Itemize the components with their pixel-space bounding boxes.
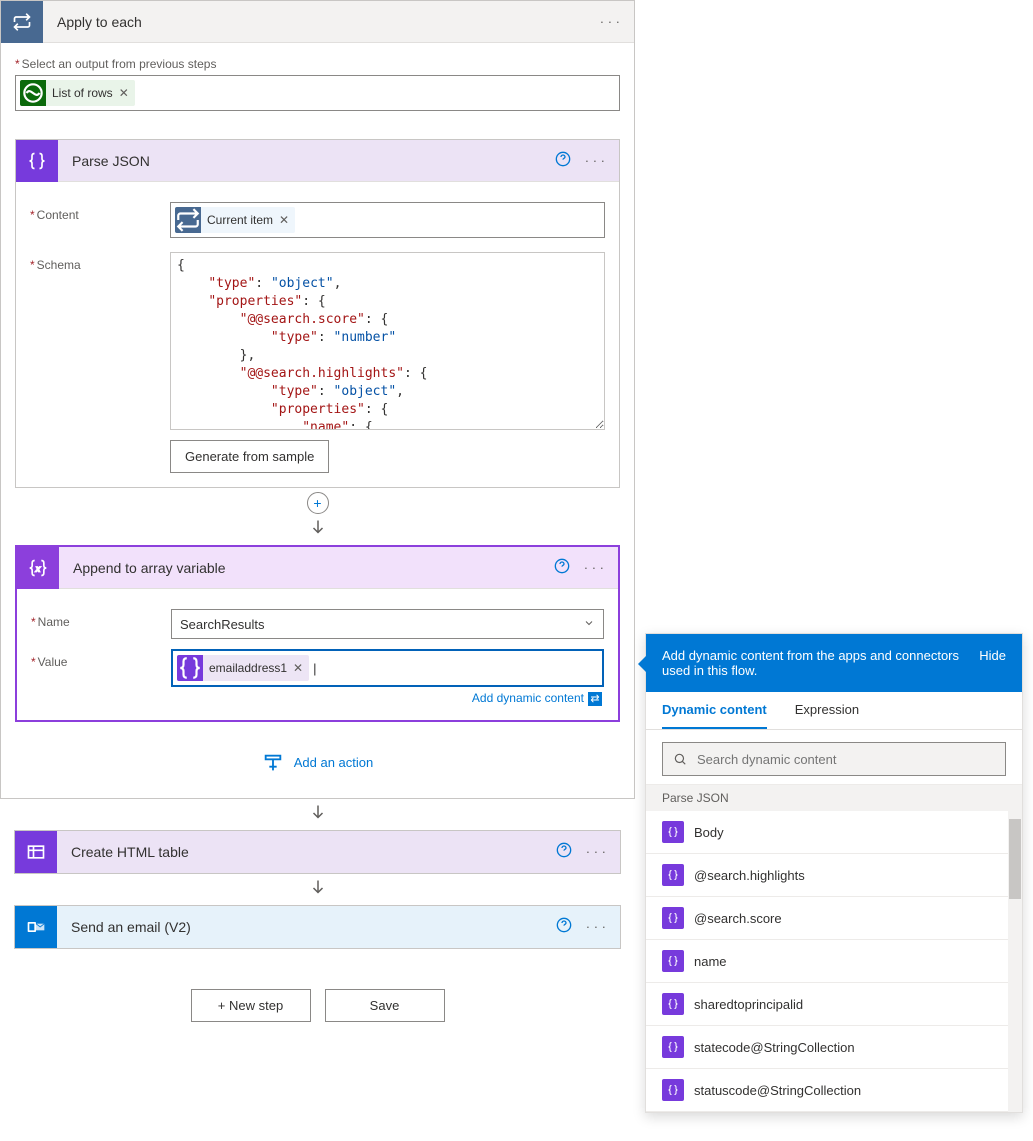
token-remove-icon[interactable]: ✕ [119, 86, 129, 100]
outlook-icon [15, 906, 57, 948]
insert-step-plus[interactable]: + [15, 492, 620, 514]
dynamic-content-item[interactable]: statecode@StringCollection [646, 1026, 1022, 1069]
scrollbar[interactable] [1008, 811, 1022, 1112]
content-input[interactable]: Current item ✕ [170, 202, 605, 238]
append-title: Append to array variable [59, 560, 540, 576]
add-dynamic-content-link[interactable]: Add dynamic content⇄ [171, 687, 604, 706]
search-input-field[interactable] [695, 751, 995, 768]
send-email-title: Send an email (V2) [57, 919, 542, 935]
send-email-card[interactable]: Send an email (V2) · · · [14, 905, 621, 949]
token-remove-icon[interactable]: ✕ [293, 661, 303, 675]
apply-to-each-header[interactable]: Apply to each · · · [1, 1, 634, 43]
json-icon [662, 950, 684, 972]
loop-icon [175, 207, 201, 233]
text-caret: | [313, 661, 316, 676]
add-an-action-button[interactable]: Add an action [15, 722, 620, 784]
dynamic-content-item[interactable]: @search.score [646, 897, 1022, 940]
name-label: Name [31, 609, 171, 629]
parse-json-title: Parse JSON [58, 153, 541, 169]
json-icon [662, 993, 684, 1015]
token-label: Current item [207, 213, 273, 227]
list-of-rows-token[interactable]: List of rows ✕ [20, 80, 135, 106]
item-label: statecode@StringCollection [694, 1040, 855, 1055]
append-header[interactable]: x Append to array variable · · · [17, 547, 618, 589]
dynamic-content-list: Body @search.highlights @search.score name s… [646, 811, 1022, 1112]
parse-json-more-icon[interactable]: · · · [585, 153, 605, 168]
add-action-icon [262, 752, 284, 774]
search-icon [673, 752, 687, 766]
create-html-more-icon[interactable]: · · · [586, 844, 606, 859]
item-label: @search.highlights [694, 868, 805, 883]
apply-to-each-card: Apply to each · · · Select an output fro… [0, 0, 635, 799]
popover-group-header: Parse JSON [646, 784, 1022, 811]
json-icon [662, 864, 684, 886]
token-label: List of rows [52, 86, 113, 100]
new-step-button[interactable]: + New step [191, 989, 311, 1022]
arrow-connector-icon [0, 874, 635, 905]
append-more-icon[interactable]: · · · [584, 560, 604, 575]
send-email-help-icon[interactable] [556, 917, 572, 936]
send-email-more-icon[interactable]: · · · [586, 919, 606, 934]
apply-to-each-title: Apply to each [43, 14, 586, 30]
apply-to-each-more-icon[interactable]: · · · [600, 14, 620, 29]
item-label: name [694, 954, 727, 969]
current-item-token[interactable]: Current item ✕ [175, 207, 295, 233]
create-html-table-icon [15, 831, 57, 873]
tab-expression[interactable]: Expression [795, 702, 859, 729]
output-from-previous-label: Select an output from previous steps [15, 57, 620, 71]
tab-dynamic-content[interactable]: Dynamic content [662, 702, 767, 729]
arrow-connector-icon [0, 799, 635, 830]
token-label: emailaddress1 [209, 661, 287, 675]
dynamic-content-popover: Add dynamic content from the apps and co… [645, 633, 1023, 1113]
json-icon [662, 821, 684, 843]
dynamic-content-item[interactable]: name [646, 940, 1022, 983]
emailaddress1-token[interactable]: emailaddress1 ✕ [177, 655, 309, 681]
token-remove-icon[interactable]: ✕ [279, 213, 289, 227]
chevron-down-icon [583, 617, 595, 632]
hide-button[interactable]: Hide [979, 648, 1006, 678]
json-icon [662, 1079, 684, 1101]
generate-from-sample-button[interactable]: Generate from sample [170, 440, 329, 473]
dynamic-content-item[interactable]: @search.highlights [646, 854, 1022, 897]
parse-json-help-icon[interactable] [555, 151, 571, 170]
append-to-array-card: x Append to array variable · · · Name [15, 545, 620, 722]
create-html-table-card[interactable]: Create HTML table · · · [14, 830, 621, 874]
item-label: @search.score [694, 911, 782, 926]
content-label: Content [30, 202, 170, 222]
create-html-table-title: Create HTML table [57, 844, 542, 860]
item-label: sharedtoprincipalid [694, 997, 803, 1012]
item-label: Body [694, 825, 724, 840]
json-icon [662, 907, 684, 929]
dynamic-content-item[interactable]: sharedtoprincipalid [646, 983, 1022, 1026]
variable-icon: x [17, 547, 59, 589]
parse-json-icon [16, 140, 58, 182]
dynamic-content-item[interactable]: Body [646, 811, 1022, 854]
name-select[interactable]: SearchResults [171, 609, 604, 639]
save-button[interactable]: Save [325, 989, 445, 1022]
popover-arrow-icon [638, 654, 648, 674]
value-input[interactable]: emailaddress1 ✕ | [171, 649, 604, 687]
json-icon [177, 655, 203, 681]
svg-text:x: x [35, 563, 41, 573]
schema-textarea[interactable]: { "type": "object", "properties": { "@@s… [170, 252, 605, 430]
popover-header-text: Add dynamic content from the apps and co… [662, 648, 967, 678]
parse-json-card: Parse JSON · · · Content [15, 139, 620, 488]
schema-label: Schema [30, 252, 170, 272]
dynamic-content-item[interactable]: statuscode@StringCollection [646, 1069, 1022, 1112]
parse-json-header[interactable]: Parse JSON · · · [16, 140, 619, 182]
create-html-help-icon[interactable] [556, 842, 572, 861]
search-dynamic-content-input[interactable] [662, 742, 1006, 776]
scrollbar-thumb[interactable] [1009, 819, 1021, 899]
append-help-icon[interactable] [554, 558, 570, 577]
value-label: Value [31, 649, 171, 669]
output-from-previous-input[interactable]: List of rows ✕ [15, 75, 620, 111]
arrow-connector-icon [15, 514, 620, 545]
dataverse-icon [20, 80, 46, 106]
apply-to-each-icon [1, 1, 43, 43]
add-dyn-icon: ⇄ [588, 692, 602, 706]
item-label: statuscode@StringCollection [694, 1083, 861, 1098]
json-icon [662, 1036, 684, 1058]
name-value: SearchResults [180, 617, 265, 632]
